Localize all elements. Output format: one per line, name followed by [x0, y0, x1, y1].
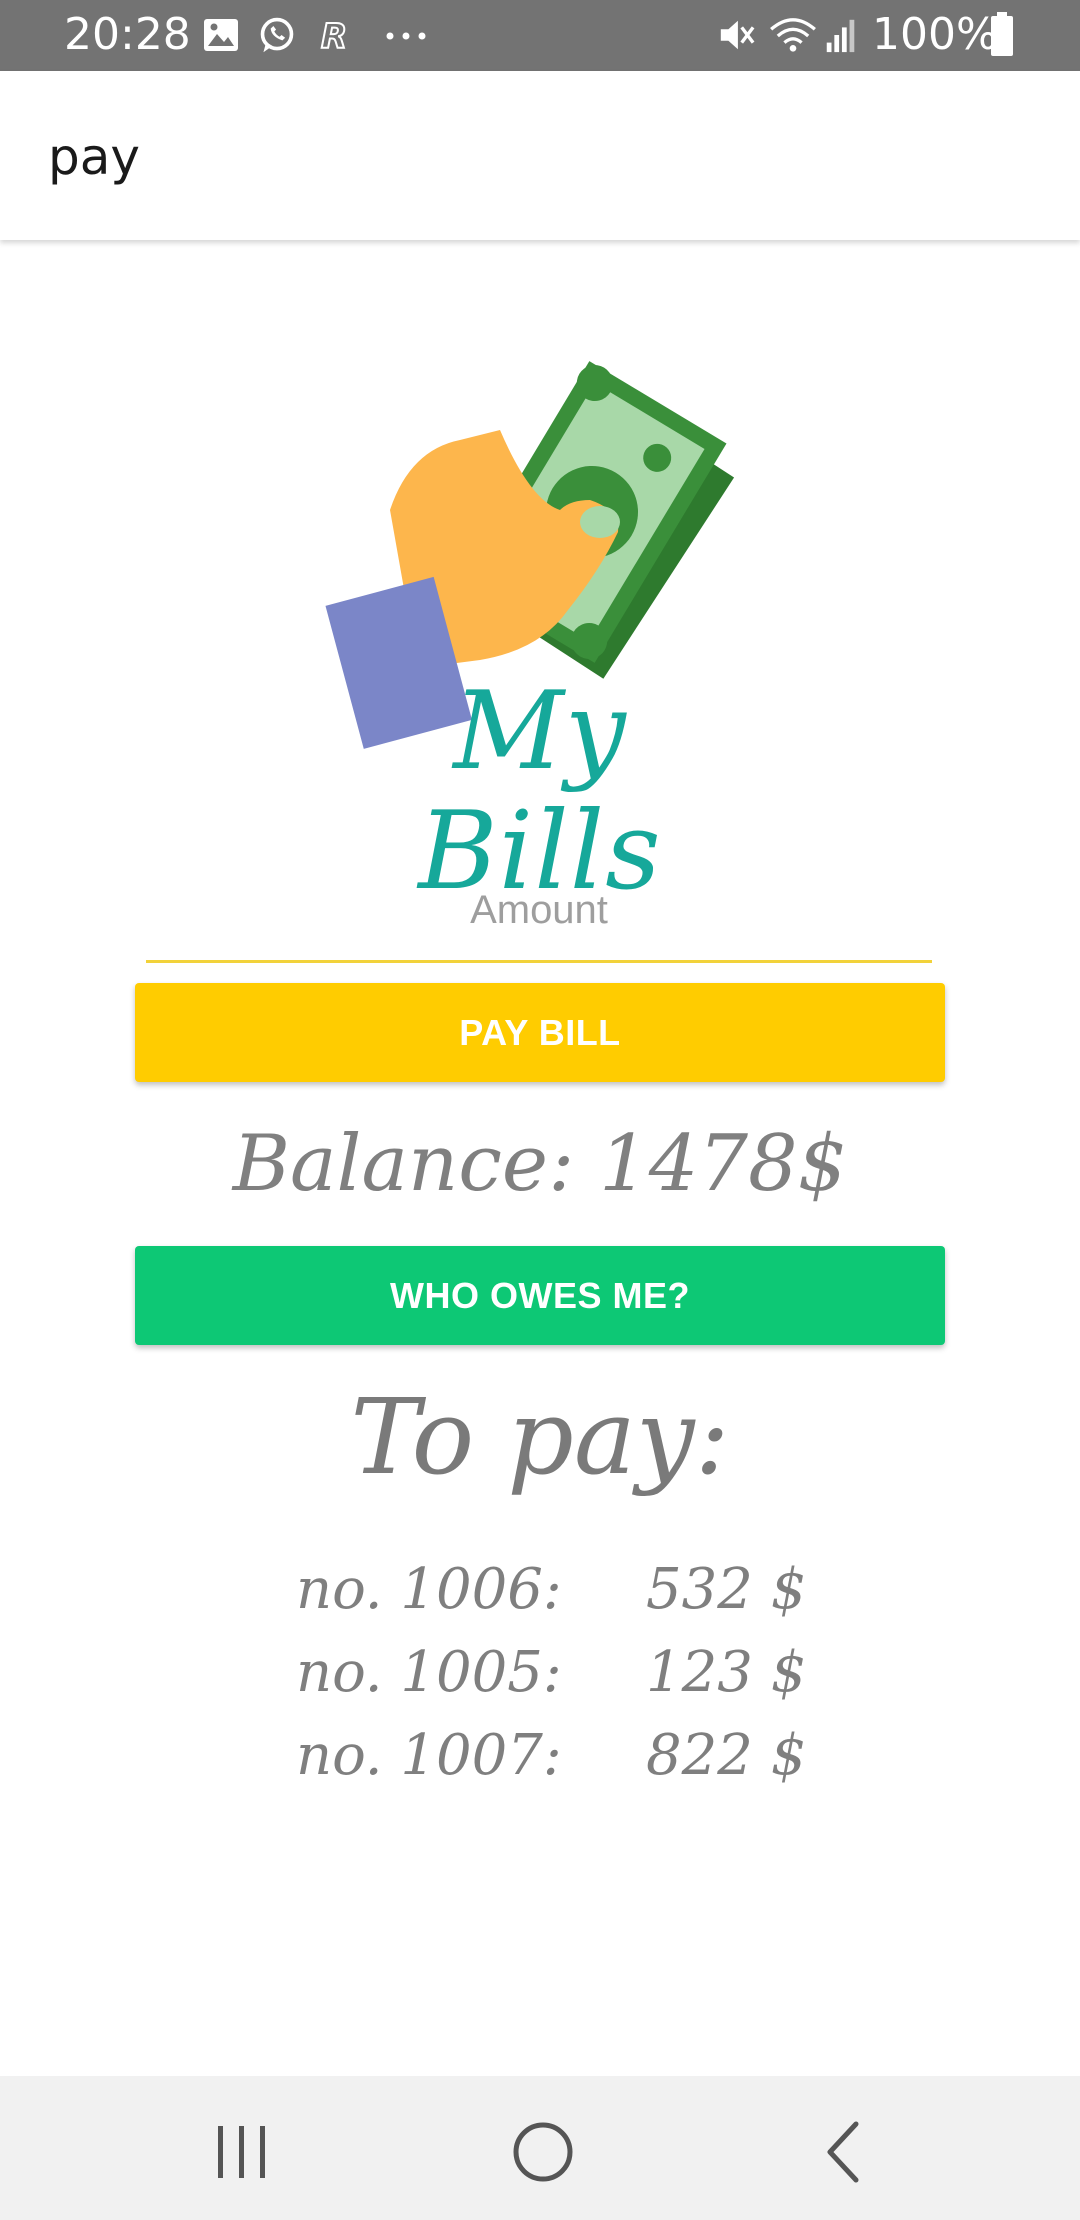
bills-list: no. 1006: 532 $ no. 1005: 123 $ no. 1007…	[0, 1550, 1080, 1799]
bill-row: no. 1005: 123 $	[0, 1633, 1080, 1716]
navigation-bar	[0, 2076, 1080, 2220]
recents-icon[interactable]	[202, 2112, 282, 2192]
back-icon[interactable]	[804, 2112, 884, 2192]
svg-text:R: R	[321, 17, 347, 54]
bill-amount: 822 $	[646, 1723, 807, 1788]
amount-input[interactable]	[146, 860, 932, 963]
battery-percent: 100%	[872, 9, 998, 60]
mute-icon	[720, 20, 755, 50]
to-pay-heading: To pay:	[350, 1376, 730, 1498]
app-bar: pay	[0, 71, 1080, 240]
bill-row: no. 1006: 532 $	[0, 1550, 1080, 1633]
bill-amount: 123 $	[646, 1640, 807, 1705]
battery-icon	[991, 12, 1013, 56]
pay-bill-button[interactable]: PAY BILL	[135, 983, 945, 1082]
wifi-icon	[770, 18, 816, 52]
who-owes-me-button[interactable]: WHO OWES ME?	[135, 1246, 945, 1345]
bill-amount: 532 $	[646, 1557, 807, 1622]
bill-number: no. 1006:	[296, 1557, 562, 1622]
bill-number: no. 1005:	[296, 1640, 562, 1705]
status-time: 20:28	[64, 9, 191, 60]
status-bar: 20:28 R 100%	[0, 0, 1080, 71]
home-icon[interactable]	[503, 2112, 583, 2192]
more-dots-icon	[386, 32, 426, 40]
r-app-icon: R	[320, 16, 348, 54]
image-icon	[204, 19, 238, 51]
bill-row: no. 1007: 822 $	[0, 1716, 1080, 1799]
page-title: pay	[48, 128, 140, 186]
whatsapp-icon	[260, 17, 294, 53]
signal-icon	[826, 19, 855, 53]
balance-text: Balance: 1478$	[232, 1119, 848, 1209]
bill-number: no. 1007:	[296, 1723, 562, 1788]
